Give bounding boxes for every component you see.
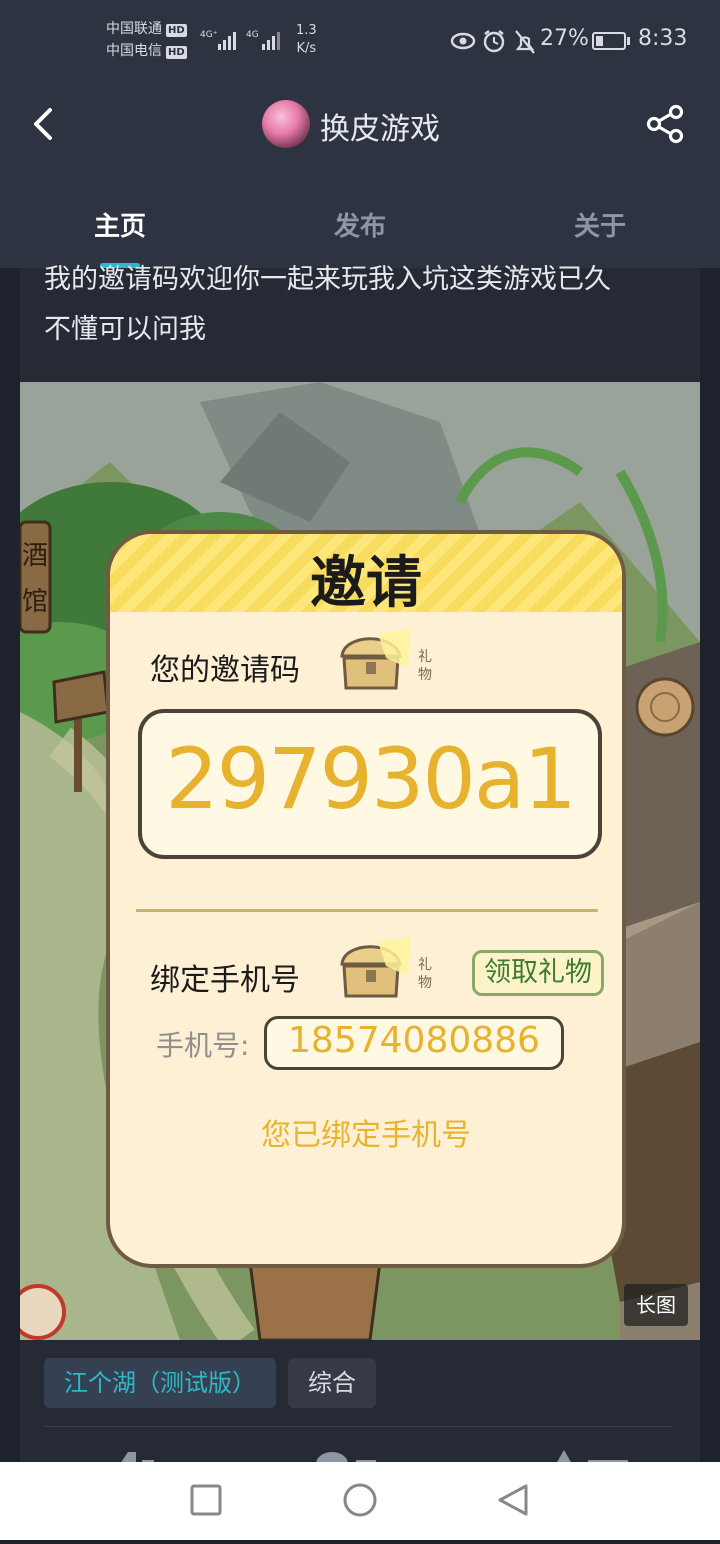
back-nav-icon[interactable] (498, 1484, 528, 1516)
invite-code-label: 您的邀请码 (150, 653, 300, 688)
tab-home[interactable]: 主页 (60, 206, 180, 243)
recent-apps-icon[interactable] (190, 1484, 222, 1516)
bind-phone-label: 绑定手机号 (150, 963, 300, 998)
speed-unit: K/s (296, 41, 317, 56)
phone-number: 18574080886 (288, 1020, 540, 1061)
thumbs-up-icon (120, 1452, 154, 1464)
phone-label: 手机号: (156, 1029, 250, 1062)
back-button[interactable] (30, 104, 58, 144)
tab-about[interactable]: 关于 (540, 206, 660, 243)
gift-label: 礼物 (418, 649, 432, 683)
carrier-info: 中国联通 HD 中国电信 HD (106, 18, 187, 62)
status-icons (450, 28, 536, 60)
signal-icon: 4G⁺ 4G (200, 30, 280, 50)
system-nav-bar (0, 1462, 720, 1540)
treasure-chest-icon (338, 628, 412, 692)
divider (44, 1426, 672, 1427)
like-action[interactable] (110, 1444, 190, 1464)
clock: 8:33 (638, 26, 688, 51)
avatar[interactable] (262, 100, 310, 148)
hd-badge: HD (166, 46, 187, 59)
carrier-1: 中国联通 (106, 21, 162, 37)
chevron-left-icon (34, 108, 52, 140)
speed-value: 1.3 (296, 23, 317, 38)
tag-category[interactable]: 综合 (288, 1358, 376, 1408)
hd-badge: HD (166, 24, 187, 37)
treasure-chest-icon (338, 936, 412, 1000)
share-icon (646, 104, 684, 144)
battery-cap (627, 37, 630, 45)
comment-icon (316, 1452, 376, 1476)
tavern-sign-char-2: 馆 (22, 587, 48, 617)
battery-fill (596, 36, 603, 46)
signal-icons: 4G⁺ 4G (200, 26, 290, 56)
battery-icon (592, 32, 626, 50)
post-text: 我的邀请码欢迎你一起来玩我入坑这类游戏已久 不懂可以问我 (44, 264, 611, 345)
page-title: 换皮游戏 (320, 112, 440, 147)
invite-title: 邀请 (310, 551, 422, 616)
net-type-2: 4G (246, 30, 259, 40)
eye-icon (450, 32, 476, 50)
home-icon[interactable] (343, 1483, 377, 1517)
share-button[interactable] (646, 104, 686, 144)
share-arrow-icon (556, 1450, 628, 1464)
invite-code[interactable]: 297930a1 (138, 730, 602, 828)
long-image-badge: 长图 (624, 1284, 688, 1326)
alarm-icon (483, 30, 505, 53)
carrier-2: 中国电信 (106, 43, 162, 59)
comment-action[interactable] (314, 1444, 394, 1476)
share-action[interactable] (550, 1444, 630, 1464)
mute-bell-icon (515, 30, 535, 54)
bound-message: 您已绑定手机号 (261, 1118, 471, 1153)
gift-label: 礼物 (418, 957, 432, 991)
tavern-sign-char-1: 酒 (22, 541, 48, 571)
claim-gift-button[interactable]: 领取礼物 (472, 950, 604, 996)
battery-percent: 27% (540, 26, 589, 51)
tab-publish[interactable]: 发布 (300, 206, 420, 243)
tag-game[interactable]: 江个湖（测试版） (44, 1358, 276, 1408)
divider (136, 909, 598, 912)
net-type-1: 4G⁺ (200, 30, 218, 40)
network-speed: 1.3 K/s (296, 22, 317, 58)
